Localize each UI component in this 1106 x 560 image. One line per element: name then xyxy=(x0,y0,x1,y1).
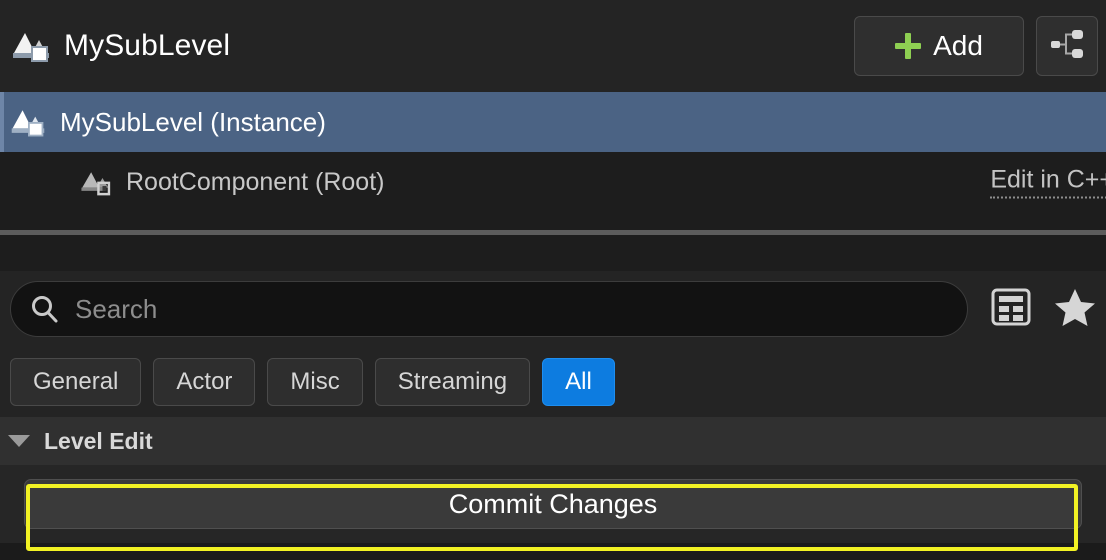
star-icon xyxy=(1054,287,1096,332)
tab-streaming[interactable]: Streaming xyxy=(374,358,531,406)
tree-row[interactable]: MySubLevel (Instance) xyxy=(0,92,1106,152)
favorites-button[interactable] xyxy=(1054,288,1096,330)
tab-actor[interactable]: Actor xyxy=(153,358,256,406)
tab-label: Streaming xyxy=(397,368,508,395)
search-placeholder: Search xyxy=(75,293,158,324)
tab-label: General xyxy=(33,368,119,395)
tab-label: All xyxy=(565,368,592,395)
category-header-level-edit[interactable]: Level Edit xyxy=(0,417,1106,465)
root-component-icon xyxy=(78,164,114,200)
tab-label: Misc xyxy=(290,368,340,395)
details-body: Level Edit Commit Changes xyxy=(0,417,1106,543)
search-input[interactable]: Search xyxy=(10,281,968,337)
table-view-icon xyxy=(991,288,1031,331)
search-icon xyxy=(29,294,59,324)
component-hierarchy-button[interactable] xyxy=(1036,16,1098,76)
tree-details-gap xyxy=(0,235,1106,271)
property-row-commit-changes: Commit Changes xyxy=(0,465,1106,543)
details-filter-section: Search General Actor Misc Streaming All xyxy=(0,271,1106,417)
category-title: Level Edit xyxy=(44,427,153,454)
tab-all[interactable]: All xyxy=(542,358,615,406)
level-instance-icon xyxy=(10,25,52,67)
tree-row-label: MySubLevel (Instance) xyxy=(60,106,326,137)
commit-changes-button[interactable]: Commit Changes xyxy=(24,479,1082,529)
details-panel-header: MySubLevel Add xyxy=(0,0,1106,92)
edit-in-cpp-link[interactable]: Edit in C++ xyxy=(990,166,1106,199)
level-instance-icon xyxy=(8,102,48,142)
component-hierarchy-icon xyxy=(1050,29,1084,64)
tab-misc[interactable]: Misc xyxy=(267,358,363,406)
commit-changes-label: Commit Changes xyxy=(448,488,658,519)
tab-general[interactable]: General xyxy=(10,358,142,406)
plus-icon xyxy=(895,33,922,59)
tab-label: Actor xyxy=(176,368,233,395)
table-view-button[interactable] xyxy=(990,288,1032,330)
tree-row-label: RootComponent (Root) xyxy=(126,167,385,196)
page-title: MySubLevel xyxy=(64,29,231,62)
filter-tabs: General Actor Misc Streaming All xyxy=(0,347,1106,417)
chevron-down-icon xyxy=(8,435,30,447)
add-button-label: Add xyxy=(933,30,983,61)
tree-row[interactable]: RootComponent (Root) Edit in C++ xyxy=(0,152,1106,212)
component-tree: MySubLevel (Instance) RootComponent (Roo… xyxy=(0,92,1106,230)
search-row: Search xyxy=(0,271,1106,347)
add-button[interactable]: Add xyxy=(854,16,1024,76)
